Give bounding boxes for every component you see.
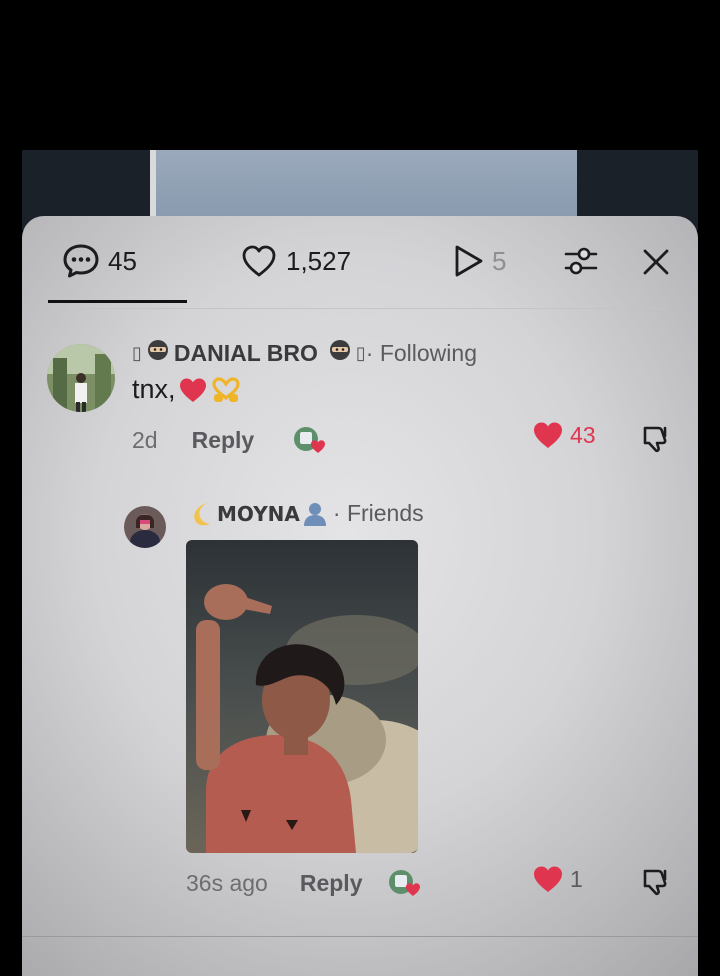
ninja-icon (328, 338, 352, 368)
active-tab-indicator (48, 300, 187, 303)
reply-time: 36s ago (186, 869, 268, 896)
comments-sheet: 45 1,527 5 ▯ DANIAL BRO ▯ · Following tn… (22, 216, 698, 976)
tabs-divider (48, 308, 666, 309)
reaction-sticker-icon (294, 427, 326, 453)
red-heart-icon (179, 378, 206, 402)
comment-time: 2d (132, 426, 158, 453)
heart-hands-icon (211, 376, 240, 402)
comment-bubble-icon (63, 244, 99, 278)
comment-relation: · Following (365, 339, 477, 366)
play-triangle-icon (455, 245, 483, 277)
reply-meta: 36s ago Reply (186, 867, 423, 899)
missing-glyph-icon: ▯ (355, 342, 366, 364)
reply-button[interactable]: Reply (300, 870, 363, 897)
reaction-sticker-button[interactable] (387, 867, 423, 899)
filter-button[interactable] (560, 240, 602, 282)
tab-likes[interactable]: 1,527 (240, 238, 351, 284)
bust-silhouette-icon (303, 502, 326, 526)
tab-reposts[interactable]: 5 (452, 238, 506, 284)
reply-relation: · Friends (332, 500, 424, 526)
comment-header: ▯ DANIAL BRO ▯ · Following (132, 338, 477, 368)
likes-count: 1,527 (286, 245, 352, 276)
comment-body: tnx, (132, 374, 242, 405)
ninja-icon (146, 338, 170, 368)
close-icon (643, 249, 669, 275)
avatar[interactable] (47, 344, 115, 412)
heart-filled-icon (534, 422, 562, 448)
thumbs-down-icon (643, 869, 667, 896)
reply-header: MOYNA · Friends (188, 500, 424, 527)
avatar[interactable] (124, 506, 166, 548)
thumbs-down-icon (643, 426, 667, 453)
comments-tabbar: 45 1,527 5 (22, 216, 698, 309)
sliders-icon (564, 247, 598, 275)
reply-photo[interactable] (186, 540, 418, 853)
reposts-count: 5 (492, 245, 507, 276)
tab-comments[interactable]: 45 (62, 238, 137, 284)
dislike-button[interactable] (636, 418, 676, 458)
crescent-moon-icon (194, 502, 210, 525)
reply-like-button[interactable]: 1 (532, 864, 583, 894)
comment-like-button[interactable]: 43 (532, 420, 596, 450)
comment-like-count: 43 (570, 421, 596, 448)
reply-like-count: 1 (570, 865, 583, 892)
comment-username[interactable]: DANIAL BRO (174, 340, 318, 367)
comment-text: tnx, (132, 374, 176, 404)
reply-button[interactable]: Reply (192, 427, 255, 454)
missing-glyph-icon: ▯ (132, 342, 142, 364)
reaction-sticker-icon (388, 870, 420, 896)
comments-count: 45 (108, 245, 137, 276)
reaction-sticker-button[interactable] (292, 424, 328, 456)
dislike-button[interactable] (636, 861, 676, 901)
close-button[interactable] (636, 242, 676, 282)
heart-outline-icon (242, 245, 276, 277)
reply-username[interactable]: MOYNA (217, 502, 300, 526)
heart-filled-icon (534, 866, 562, 892)
comment-meta: 2d Reply (132, 424, 328, 456)
bottom-divider (22, 936, 698, 937)
